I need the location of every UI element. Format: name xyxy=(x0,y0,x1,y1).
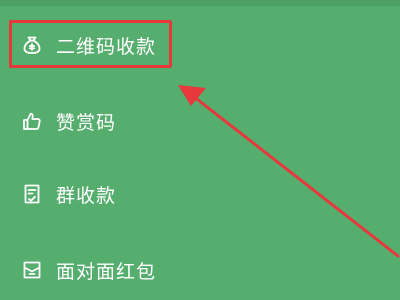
menu-item-label: 面对面红包 xyxy=(56,260,157,283)
menu-item-label: 赞赏码 xyxy=(56,111,117,134)
menu-item-group-payment[interactable]: 群收款 xyxy=(0,164,400,224)
menu-item-appreciation-code[interactable]: 赞赏码 xyxy=(0,91,400,151)
group-receipt-icon xyxy=(20,182,44,206)
thumbs-up-icon xyxy=(20,109,44,133)
highlight-box xyxy=(9,20,172,68)
menu-item-label: 群收款 xyxy=(56,184,117,207)
red-packet-icon xyxy=(20,258,44,282)
menu-item-face-to-face-red-packet[interactable]: 面对面红包 xyxy=(0,240,400,300)
